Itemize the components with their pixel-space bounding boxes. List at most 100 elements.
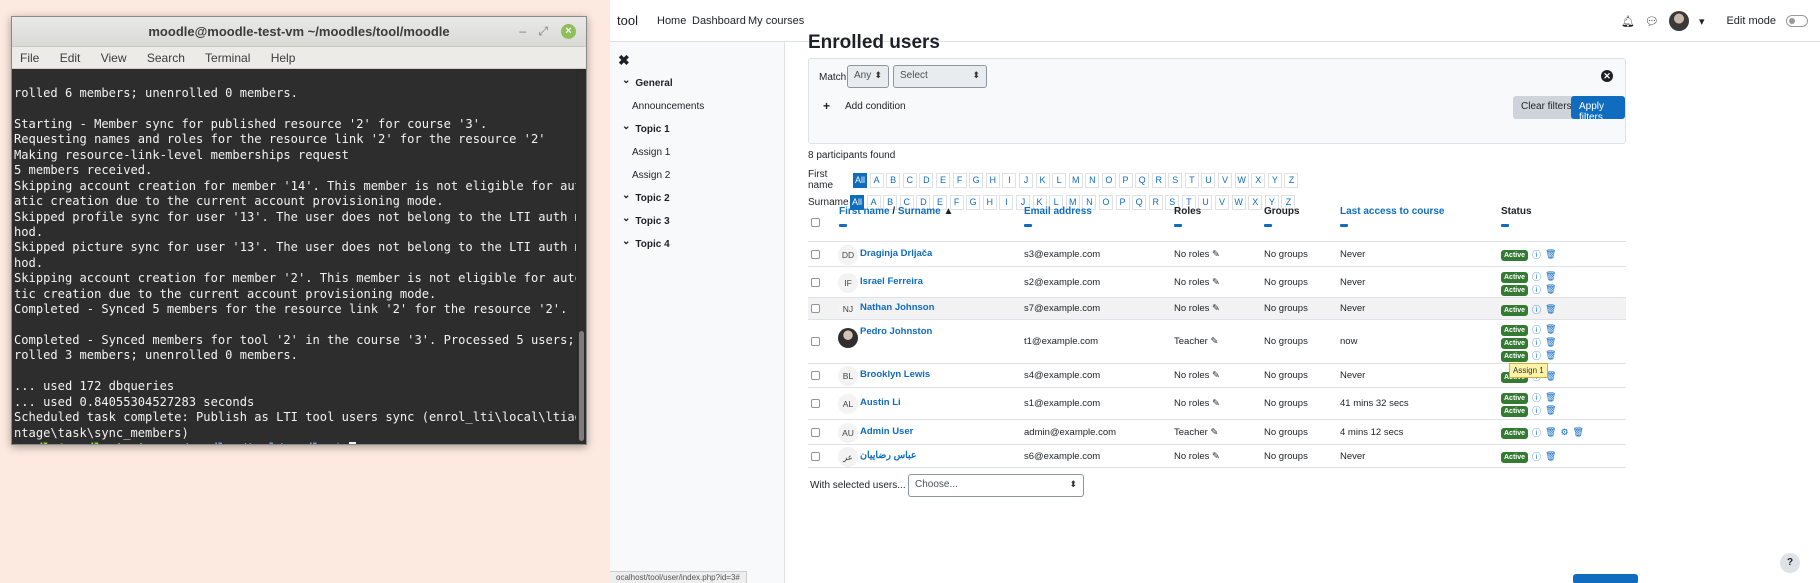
info-icon[interactable]: ⓘ [1532,323,1541,336]
firstname-letter-j[interactable]: J [1018,172,1033,188]
row-checkbox[interactable] [811,304,820,313]
firstname-letter-t[interactable]: T [1184,172,1199,188]
chevron-down-icon[interactable]: ▾ [1699,15,1705,28]
menu-help[interactable]: Help [271,51,296,65]
activity-assign-2[interactable]: Assign 2 [632,170,670,181]
table-row[interactable]: AL Austin Li s1@example.com No roles ✎ No gr… [808,388,1626,420]
help-icon[interactable]: ? [1780,553,1800,573]
section-topic-2[interactable]: Topic 2 [622,193,669,204]
info-icon[interactable]: ⓘ [1532,426,1541,439]
add-condition-link[interactable]: Add condition [845,101,906,112]
menu-file[interactable]: File [20,51,39,65]
trash-icon[interactable]: 🗑︎ [1545,350,1556,361]
info-icon[interactable]: ⓘ [1532,248,1541,261]
pencil-icon[interactable]: ✎ [1212,249,1220,260]
section-topic-3[interactable]: Topic 3 [622,216,669,227]
row-checkbox[interactable] [811,399,820,408]
firstname-letter-q[interactable]: Q [1135,172,1150,188]
firstname-letter-u[interactable]: U [1201,172,1216,188]
info-icon[interactable]: ⓘ [1532,336,1541,349]
firstname-letter-g[interactable]: G [969,172,984,188]
col-email[interactable]: Email address [1024,206,1092,227]
trash-icon[interactable]: 🗑︎ [1573,427,1584,438]
trash-icon[interactable]: 🗑︎ [1545,337,1556,348]
nav-my-courses[interactable]: My courses [748,15,804,27]
firstname-letter-s[interactable]: S [1168,172,1183,188]
info-icon[interactable]: ⓘ [1532,349,1541,362]
menu-edit[interactable]: Edit [60,51,81,65]
terminal-output[interactable]: rolled 6 members; unenrolled 0 members. S… [12,70,576,444]
firstname-letter-l[interactable]: L [1052,172,1067,188]
trash-icon[interactable]: 🗑︎ [1545,451,1556,462]
col-lastaccess-label[interactable]: Last access to course [1340,206,1445,217]
row-checkbox[interactable] [811,451,820,461]
firstname-letter-all[interactable]: All [853,172,867,188]
pencil-icon[interactable]: ✎ [1212,370,1220,381]
firstname-letter-b[interactable]: B [886,172,901,188]
apply-filters-button[interactable]: Apply filters [1571,96,1625,123]
table-row[interactable]: IF Israel Ferreira s2@example.com No roles … [808,267,1626,298]
table-row[interactable]: عر عباس رضاییان s6@example.com No roles ✎ No… [808,445,1626,468]
table-row[interactable]: AU Admin User admin@example.com Teacher ✎ No… [808,420,1626,445]
bulk-action-select[interactable]: Choose... [908,474,1084,497]
minimize-icon[interactable]: – [519,24,526,38]
table-row[interactable]: Pedro Johnston t1@example.com Teacher ✎ No … [808,320,1626,364]
firstname-letter-o[interactable]: O [1101,172,1116,188]
firstname-letter-y[interactable]: Y [1267,172,1282,188]
firstname-letter-h[interactable]: H [985,172,1000,188]
trash-icon[interactable]: 🗑︎ [1545,304,1556,315]
close-icon[interactable]: × [561,24,576,39]
row-checkbox[interactable] [811,337,820,346]
pencil-icon[interactable]: ✎ [1210,427,1218,438]
section-topic-4[interactable]: Topic 4 [622,239,669,250]
chat-icon[interactable]: 💬︎ [1645,15,1659,28]
col-firstname[interactable]: First name [839,206,890,217]
firstname-letter-z[interactable]: Z [1284,172,1299,188]
terminal-scroll-thumb[interactable] [579,331,584,441]
edit-mode-toggle[interactable] [1786,15,1808,27]
pencil-icon[interactable]: ✎ [1212,277,1220,288]
user-name-link[interactable]: عباس رضاییان [860,450,917,461]
menu-view[interactable]: View [101,51,127,65]
firstname-letter-r[interactable]: R [1151,172,1166,188]
clear-filters-button[interactable]: Clear filters [1513,96,1580,119]
info-icon[interactable]: ⓘ [1532,303,1541,316]
trash-icon[interactable]: 🗑︎ [1545,271,1556,282]
maximize-icon[interactable]: ⤢ [538,24,548,39]
nav-dashboard[interactable]: Dashboard [692,15,746,27]
trash-icon[interactable]: 🗑︎ [1545,405,1556,416]
bulk-submit-button[interactable] [1573,574,1638,583]
row-checkbox[interactable] [811,427,820,437]
site-name[interactable]: tool [617,13,638,28]
col-surname[interactable]: Surname [898,206,941,217]
col-email-label[interactable]: Email address [1024,206,1092,217]
nav-home[interactable]: Home [657,15,686,27]
trash-icon[interactable]: 🗑︎ [1545,427,1556,438]
user-name-link[interactable]: Israel Ferreira [860,276,923,287]
table-row[interactable]: NJ Nathan Johnson s7@example.com No roles ✎… [808,298,1626,320]
pencil-icon[interactable]: ✎ [1212,451,1220,462]
menu-terminal[interactable]: Terminal [205,51,250,65]
firstname-letter-d[interactable]: D [919,172,934,188]
info-icon[interactable]: ⓘ [1532,270,1541,283]
user-name-link[interactable]: Draginja Drljača [860,248,932,259]
firstname-letter-n[interactable]: N [1085,172,1100,188]
firstname-letter-e[interactable]: E [935,172,950,188]
firstname-letter-x[interactable]: X [1251,172,1266,188]
firstname-letter-p[interactable]: P [1118,172,1133,188]
pencil-icon[interactable]: ✎ [1212,398,1220,409]
info-icon[interactable]: ⓘ [1532,391,1541,404]
row-checkbox[interactable] [811,277,820,287]
activity-assign-1[interactable]: Assign 1 [632,147,670,158]
menu-search[interactable]: Search [147,51,185,65]
condition-select[interactable]: Select [893,65,987,88]
col-roles[interactable]: Roles [1174,206,1201,227]
gear-icon[interactable]: ⚙ [1560,427,1568,438]
info-icon[interactable]: ⓘ [1532,404,1541,417]
section-topic-1[interactable]: Topic 1 [622,124,669,135]
user-name-link[interactable]: Austin Li [860,397,901,408]
terminal-prompt[interactable]: moodle@moodle-test-vm ~/moodles/tool/moo… [14,441,574,444]
user-name-link[interactable]: Pedro Johnston [860,326,932,337]
match-select[interactable]: Any [847,65,889,88]
firstname-letter-i[interactable]: I [1002,172,1017,188]
